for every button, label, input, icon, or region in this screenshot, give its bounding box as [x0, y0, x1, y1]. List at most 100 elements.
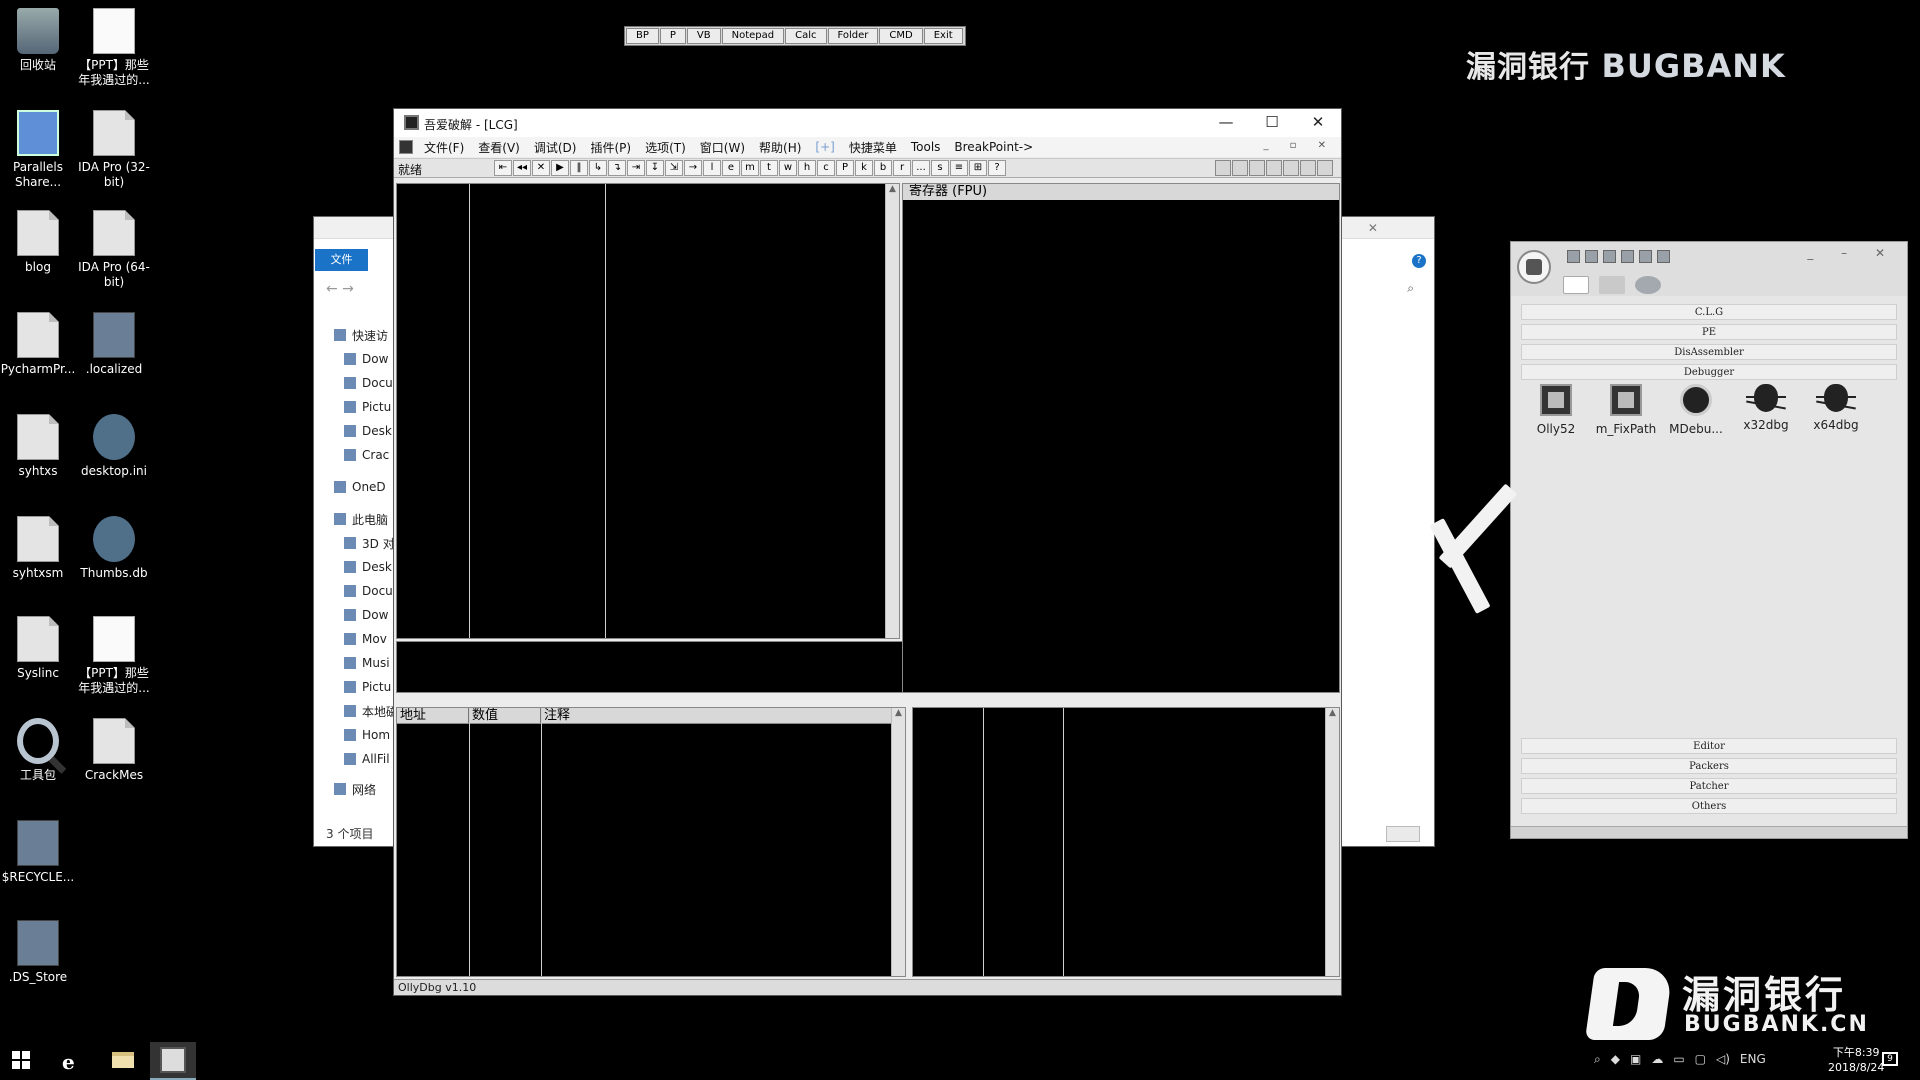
- desktop-icon-ida-32[interactable]: IDA Pro (32-bit): [76, 108, 152, 198]
- nav-item-local-disk[interactable]: 本地磁: [314, 699, 394, 723]
- launch-p-button[interactable]: P: [659, 28, 686, 44]
- toolbar-icon-2[interactable]: [1232, 160, 1248, 176]
- cloud-icon[interactable]: ☁: [1651, 1052, 1663, 1067]
- search-icon[interactable]: ⌕: [1407, 281, 1414, 296]
- toolbar-button-4[interactable]: ‖: [570, 160, 588, 176]
- home-icon[interactable]: [1563, 276, 1589, 294]
- app-m-fixpath[interactable]: m_FixPath: [1591, 384, 1661, 436]
- app-mdebug[interactable]: MDebu...: [1661, 384, 1731, 436]
- menu-view[interactable]: 查看(V): [471, 139, 527, 156]
- desktop-icon-ppt-2[interactable]: 【PPT】那些年我遇过的...: [76, 614, 152, 704]
- explorer-file-tab[interactable]: 文件: [315, 249, 368, 271]
- toolbar-button-11[interactable]: l: [703, 160, 721, 176]
- toolbar-icon-6[interactable]: [1300, 160, 1316, 176]
- toolbar-icon-4[interactable]: [1266, 160, 1282, 176]
- windows-start-icon[interactable]: [12, 1051, 30, 1069]
- category-debugger[interactable]: Debugger: [1521, 364, 1897, 380]
- toolbar-icon-7[interactable]: [1317, 160, 1333, 176]
- toolbar-button-22[interactable]: ...: [912, 160, 930, 176]
- nav-item-network[interactable]: 网络: [314, 777, 394, 801]
- desktop-icon-parallels-share[interactable]: Parallels Share...: [0, 108, 76, 198]
- dump-header-comment[interactable]: 注释: [541, 708, 893, 723]
- taskbar-ollydbg-icon[interactable]: [150, 1042, 196, 1080]
- notification-icon[interactable]: 9: [1882, 1052, 1898, 1066]
- display-icon[interactable]: ▢: [1695, 1052, 1706, 1067]
- dump-header-value[interactable]: 数值: [469, 708, 541, 723]
- toolbar-button-5[interactable]: ↳: [589, 160, 607, 176]
- nav-item-quick-access[interactable]: 快速访: [314, 323, 394, 347]
- category-clg[interactable]: C.L.G: [1521, 304, 1897, 320]
- menu-help[interactable]: 帮助(H): [752, 139, 808, 156]
- stack-pane[interactable]: ▲: [912, 707, 1340, 977]
- back-forward-icons[interactable]: ← →: [326, 281, 354, 297]
- menu-file[interactable]: 文件(F): [417, 139, 471, 156]
- chat-icon[interactable]: [1635, 276, 1661, 294]
- launch-cmd-button[interactable]: CMD: [879, 28, 923, 44]
- box-icon[interactable]: [1599, 276, 1625, 294]
- desktop-icon-localized[interactable]: .localized: [76, 310, 152, 400]
- nav-item-3d-objects[interactable]: 3D 对: [314, 531, 394, 555]
- menu-plus[interactable]: [+]: [808, 140, 841, 154]
- desktop-icon-ppt-1[interactable]: 【PPT】那些年我遇过的...: [76, 6, 152, 96]
- launch-vb-button[interactable]: VB: [686, 28, 721, 44]
- nav-item-movies[interactable]: Mov: [314, 627, 394, 651]
- lcg-launcher-window[interactable]: _ – ✕ C.L.G PE DisAssembler Debugger Oll…: [1510, 241, 1908, 839]
- search-icon[interactable]: ⌕: [1594, 1052, 1601, 1067]
- launch-bp-button[interactable]: BP: [626, 28, 659, 44]
- nav-item-desktop-pc[interactable]: Desk: [314, 555, 394, 579]
- desktop-icon-pycharm[interactable]: PycharmPr...: [0, 310, 76, 400]
- app-x64dbg[interactable]: x64dbg: [1801, 384, 1871, 436]
- category-pe[interactable]: PE: [1521, 324, 1897, 340]
- toolbar-button-19[interactable]: k: [855, 160, 873, 176]
- disassembly-scrollbar[interactable]: ▲: [885, 184, 899, 638]
- network-icon[interactable]: ▣: [1630, 1052, 1641, 1067]
- input-method-label[interactable]: ENG: [1740, 1052, 1766, 1067]
- desktop-icon-ida-64[interactable]: IDA Pro (64-bit): [76, 208, 152, 298]
- mdi-window-controls[interactable]: _ ▫ ✕: [1263, 140, 1335, 151]
- toolbar-button-24[interactable]: ≡: [950, 160, 968, 176]
- people-icon[interactable]: ◆: [1611, 1052, 1620, 1067]
- toolbar-button-1[interactable]: ◂◂: [513, 160, 531, 176]
- toolbar-button-3[interactable]: ▶: [551, 160, 569, 176]
- toolbar-button-15[interactable]: w: [779, 160, 797, 176]
- category-editor[interactable]: Editor: [1521, 738, 1897, 754]
- lcg-tool-icon-4[interactable]: [1621, 250, 1634, 263]
- toolbar-button-23[interactable]: s: [931, 160, 949, 176]
- launch-exit-button[interactable]: Exit: [923, 28, 963, 44]
- category-disassembler[interactable]: DisAssembler: [1521, 344, 1897, 360]
- nav-item-desktop[interactable]: Desk: [314, 419, 394, 443]
- app-olly52[interactable]: Olly52: [1521, 384, 1591, 436]
- toolbar-button-25[interactable]: ⊞: [969, 160, 987, 176]
- desktop-icon-syhtxsm[interactable]: syhtxsm: [0, 514, 76, 604]
- desktop-icon-desktop-ini[interactable]: desktop.ini: [76, 412, 152, 502]
- battery-icon[interactable]: ▭: [1673, 1052, 1684, 1067]
- launch-notepad-button[interactable]: Notepad: [721, 28, 785, 44]
- toolbar-button-14[interactable]: t: [760, 160, 778, 176]
- toolbar-button-10[interactable]: →: [684, 160, 702, 176]
- disassembly-pane[interactable]: ▲: [396, 183, 900, 639]
- nav-item-this-pc[interactable]: 此电脑: [314, 507, 394, 531]
- nav-item-pictures-pc[interactable]: Pictu: [314, 675, 394, 699]
- toolbar-button-21[interactable]: r: [893, 160, 911, 176]
- menu-breakpoint[interactable]: BreakPoint->: [947, 140, 1040, 154]
- menu-plugins[interactable]: 插件(P): [583, 139, 638, 156]
- toolbar-icon-3[interactable]: [1249, 160, 1265, 176]
- toolbar-button-13[interactable]: m: [741, 160, 759, 176]
- nav-item-music[interactable]: Musi: [314, 651, 394, 675]
- desktop-icon-recycle-folder[interactable]: $RECYCLE...: [0, 818, 76, 908]
- memory-dump-pane[interactable]: 地址 数值 注释 ▲: [396, 707, 906, 977]
- nav-item-documents-pc[interactable]: Docu: [314, 579, 394, 603]
- file-explorer-icon[interactable]: [112, 1052, 134, 1068]
- menu-shortcuts[interactable]: 快捷菜单: [842, 139, 904, 156]
- toolbar-icon-5[interactable]: [1283, 160, 1299, 176]
- lcg-tool-icon-2[interactable]: [1585, 250, 1598, 263]
- toolbar-button-8[interactable]: ↧: [646, 160, 664, 176]
- desktop-icon-syhtxs[interactable]: syhtxs: [0, 412, 76, 502]
- minimize-button[interactable]: —: [1203, 109, 1249, 137]
- lcg-tool-icon-6[interactable]: [1657, 250, 1670, 263]
- view-toggle-icon[interactable]: [1386, 826, 1420, 842]
- nav-item-documents[interactable]: Docu: [314, 371, 394, 395]
- toolbar-button-0[interactable]: ⇤: [494, 160, 512, 176]
- help-icon[interactable]: ?: [1412, 254, 1426, 268]
- ollydbg-titlebar[interactable]: 吾爱破解 - [LCG] — ☐ ✕: [394, 109, 1341, 137]
